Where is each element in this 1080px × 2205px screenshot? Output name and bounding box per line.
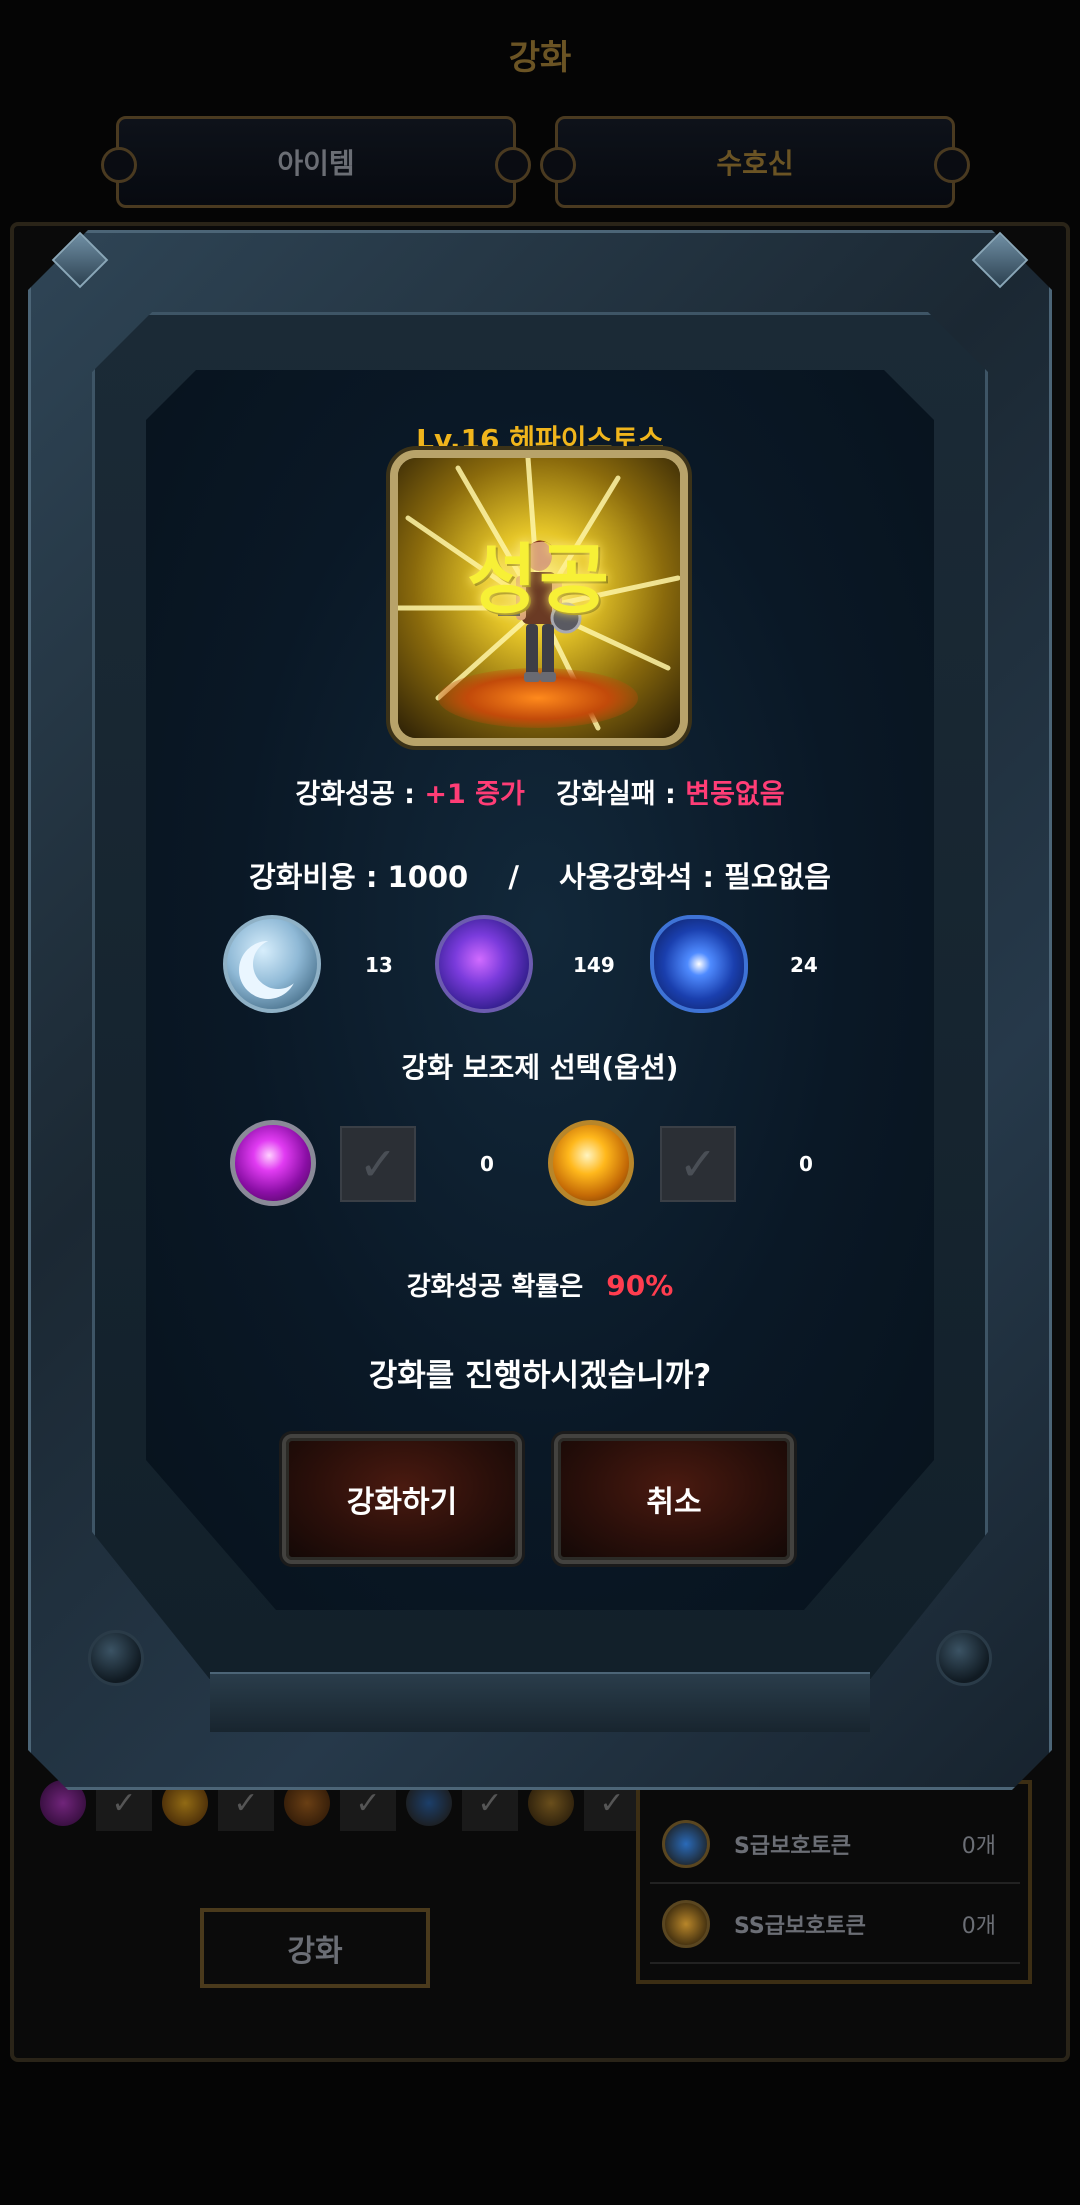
purple-orb-icon	[230, 1120, 316, 1206]
star-stone-count: 24	[790, 953, 818, 977]
success-value: +1 증가	[424, 779, 525, 810]
rivet-icon	[88, 1630, 144, 1686]
token-count: 0개	[961, 1834, 996, 1859]
cancel-button[interactable]: 취소	[554, 1434, 794, 1564]
gold-helper-checkbox[interactable]: ✓	[660, 1126, 736, 1202]
enhance-screen: 강화 아이템 수호신 ✓ ✓ ✓ ✓ ✓ S급보호토큰 0개 SS급보호토큰 0…	[0, 0, 1080, 2205]
galaxy-stone-icon	[435, 915, 533, 1013]
cost-label: 강화비용 : 1000	[249, 860, 469, 894]
dialog-frame-bottom-bar	[210, 1672, 870, 1732]
crescent-icon	[253, 939, 303, 989]
token-count: 0개	[961, 1914, 996, 1939]
rivet-icon	[936, 1630, 992, 1686]
tab-item[interactable]: 아이템	[101, 116, 531, 208]
stone-requirement-label: 사용강화석 : 필요없음	[559, 860, 831, 894]
list-item: S급보호토큰 0개	[650, 1806, 1020, 1884]
enhance-confirm-button[interactable]: 강화하기	[282, 1434, 522, 1564]
list-item: SS급보호토큰 0개	[650, 1886, 1020, 1964]
moon-stone-icon	[223, 915, 321, 1013]
tab-guardian[interactable]: 수호신	[540, 116, 970, 208]
fail-label: 강화실패 :	[556, 779, 676, 810]
moon-stone-count: 13	[365, 953, 393, 977]
galaxy-stone-count: 149	[573, 953, 615, 977]
probability-label: 강화성공 확률은	[406, 1272, 584, 1302]
probability-value: 90%	[606, 1269, 674, 1302]
screen-title: 강화	[508, 38, 572, 78]
background-enhance-button: 강화	[200, 1908, 430, 1988]
character-card: 성공	[390, 450, 688, 746]
cost-separator: /	[508, 860, 519, 894]
success-probability: 강화성공 확률은 90%	[0, 1266, 1080, 1303]
result-info: 강화성공 : +1 증가 강화실패 : 변동없음	[0, 772, 1080, 811]
purple-helper-count: 0	[480, 1152, 494, 1176]
success-label: 강화성공 :	[295, 779, 415, 810]
ss-token-icon	[662, 1900, 710, 1948]
success-banner: 성공	[467, 535, 611, 624]
confirm-question: 강화를 진행하시겠습니까?	[368, 1358, 712, 1394]
purple-helper-checkbox[interactable]: ✓	[340, 1126, 416, 1202]
star-stone-icon	[650, 915, 748, 1013]
token-name: S급보호토큰	[734, 1834, 852, 1859]
token-name: SS급보호토큰	[734, 1914, 866, 1939]
helper-section-title: 강화 보조제 선택(옵션)	[401, 1051, 679, 1084]
s-token-icon	[662, 1820, 710, 1868]
check-icon: ✓	[678, 1137, 718, 1191]
gold-orb-icon	[548, 1120, 634, 1206]
cost-info: 강화비용 : 1000 / 사용강화석 : 필요없음	[0, 854, 1080, 896]
check-icon: ✓	[358, 1137, 398, 1191]
protection-token-list: S급보호토큰 0개 SS급보호토큰 0개	[636, 1780, 1032, 1984]
gold-helper-count: 0	[799, 1152, 813, 1176]
fail-value: 변동없음	[685, 779, 785, 810]
